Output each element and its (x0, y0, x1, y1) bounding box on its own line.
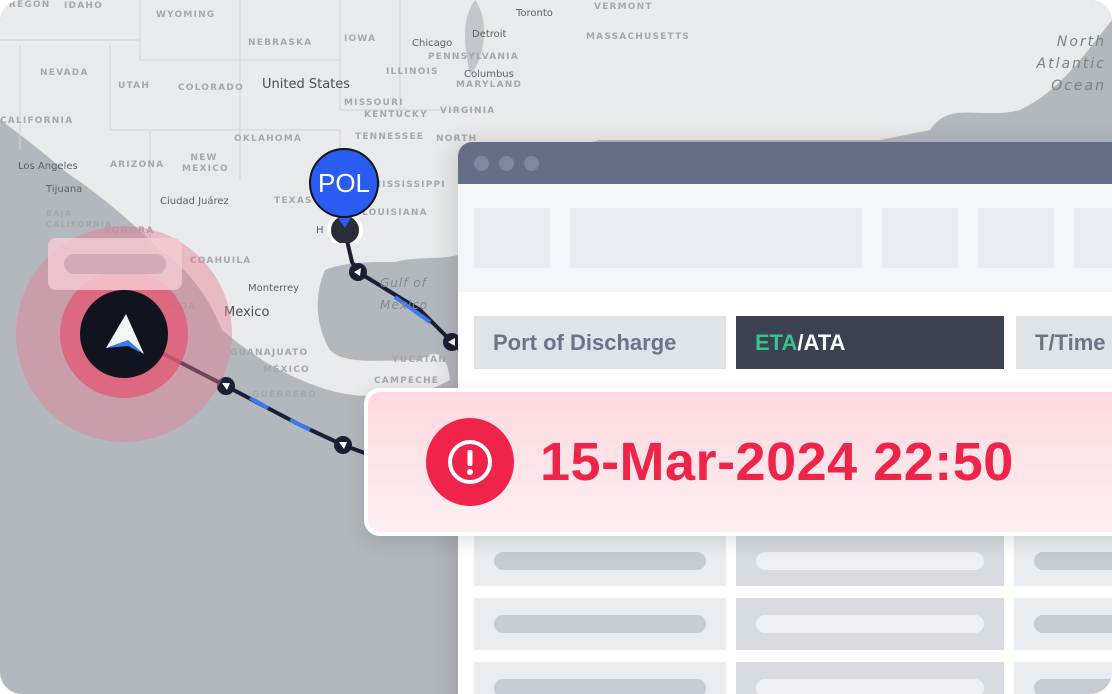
city-label: Toronto (516, 8, 553, 19)
cell-placeholder (1034, 615, 1112, 633)
header-label: Port of Discharge (493, 329, 677, 355)
city-label: Columbus (464, 69, 514, 80)
map-label: UTAH (118, 81, 151, 91)
alert-datetime: 15-Mar-2024 22:50 (540, 432, 1014, 492)
alert-circle-icon (426, 418, 514, 506)
window-maximize-button[interactable] (524, 155, 539, 171)
map-label: ARIZONA (110, 160, 165, 170)
tooltip-placeholder (64, 254, 166, 274)
cell-placeholder (756, 552, 984, 570)
map-label: PENNSYLVANIA (428, 52, 519, 62)
map-label: COLORADO (178, 83, 244, 93)
city-label: Ciudad Juárez (160, 196, 229, 207)
city-label: Los Angeles (18, 161, 78, 172)
table-row[interactable] (458, 662, 1112, 694)
ata-label: /ATA (797, 329, 846, 355)
city-label: Monterrey (248, 283, 300, 294)
map-label: TENNESSEE (355, 132, 425, 142)
cell-placeholder (1034, 552, 1112, 570)
map-label: YUCATÁN (392, 355, 448, 365)
map-label: VERMONT (594, 2, 653, 12)
vessel-marker[interactable] (80, 290, 168, 378)
map-label: GUERRERO (252, 390, 318, 400)
column-header-port-of-discharge[interactable]: Port of Discharge (474, 316, 726, 369)
cell-placeholder (1034, 679, 1112, 694)
cell-placeholder (756, 615, 984, 633)
window-titlebar (458, 142, 1112, 184)
map-label: IOWA (344, 34, 377, 44)
city-label: Tijuana (46, 184, 83, 195)
toolbar-placeholder (978, 208, 1054, 268)
map-label: BAJA CALIFORNIA (46, 209, 113, 229)
map-label: NEVADA (40, 68, 89, 78)
toolbar-placeholder (474, 208, 550, 268)
cell-placeholder (494, 552, 706, 570)
ocean-label: North Atlantic Ocean (1036, 34, 1106, 94)
map-label: WYOMING (156, 10, 216, 20)
window-minimize-button[interactable] (499, 155, 514, 171)
map-label: TEXAS (274, 196, 313, 206)
map-label: MASSACHUSETTS (586, 32, 691, 42)
map-label: MARYLAND (456, 80, 523, 90)
vessel-tooltip (48, 238, 182, 290)
map-label: CALIFORNIA (0, 116, 74, 126)
toolbar-placeholder (1074, 208, 1112, 268)
cell-placeholder (494, 679, 706, 694)
map-label: ILLINOIS (386, 67, 439, 77)
column-header-t-time[interactable]: T/Time (1016, 316, 1112, 369)
toolbar-placeholder (570, 208, 862, 268)
country-label: United States (262, 77, 351, 92)
map-label: IDAHO (64, 1, 103, 11)
eta-label: ETA (755, 329, 798, 355)
table-row[interactable] (458, 536, 1112, 586)
waypoint-icon (349, 263, 367, 281)
map-label: MÉXICO (263, 365, 310, 375)
map-label: CAMPECHE (374, 376, 440, 386)
gulf-label: Gulf of Mexico (380, 276, 429, 312)
map-label: VIRGINIA (440, 106, 496, 116)
map-label: NEBRASKA (248, 38, 313, 48)
eta-alert-card[interactable]: 15-Mar-2024 22:50 (364, 388, 1112, 536)
map-label: MISSOURI (344, 98, 404, 108)
window-close-button[interactable] (474, 155, 489, 171)
cell-placeholder (494, 615, 706, 633)
city-label: Chicago (412, 38, 453, 49)
city-label: Detroit (472, 29, 507, 40)
map-label: OREGON (0, 0, 51, 10)
cell-placeholder (756, 679, 984, 694)
map-label: OKLAHOMA (234, 134, 303, 144)
pol-label: POL (309, 148, 379, 218)
header-label: T/Time (1035, 329, 1106, 355)
pol-marker[interactable]: POL (309, 148, 379, 243)
column-header-eta-ata[interactable]: ETA/ATA (736, 316, 1004, 369)
map-view: OREGON IDAHO WYOMING NEBRASKA IOWA NEVAD… (0, 0, 1112, 694)
toolbar (458, 184, 1112, 292)
map-label: KENTUCKY (364, 110, 428, 120)
table-row[interactable] (458, 598, 1112, 650)
map-label: NEW MEXICO (182, 153, 229, 174)
map-label: GUANAJUATO (230, 348, 309, 358)
navigation-arrow-icon (106, 314, 144, 354)
map-label: MISSISSIPPI (372, 180, 446, 190)
waypoint-icon (334, 436, 352, 454)
toolbar-placeholder (882, 208, 958, 268)
